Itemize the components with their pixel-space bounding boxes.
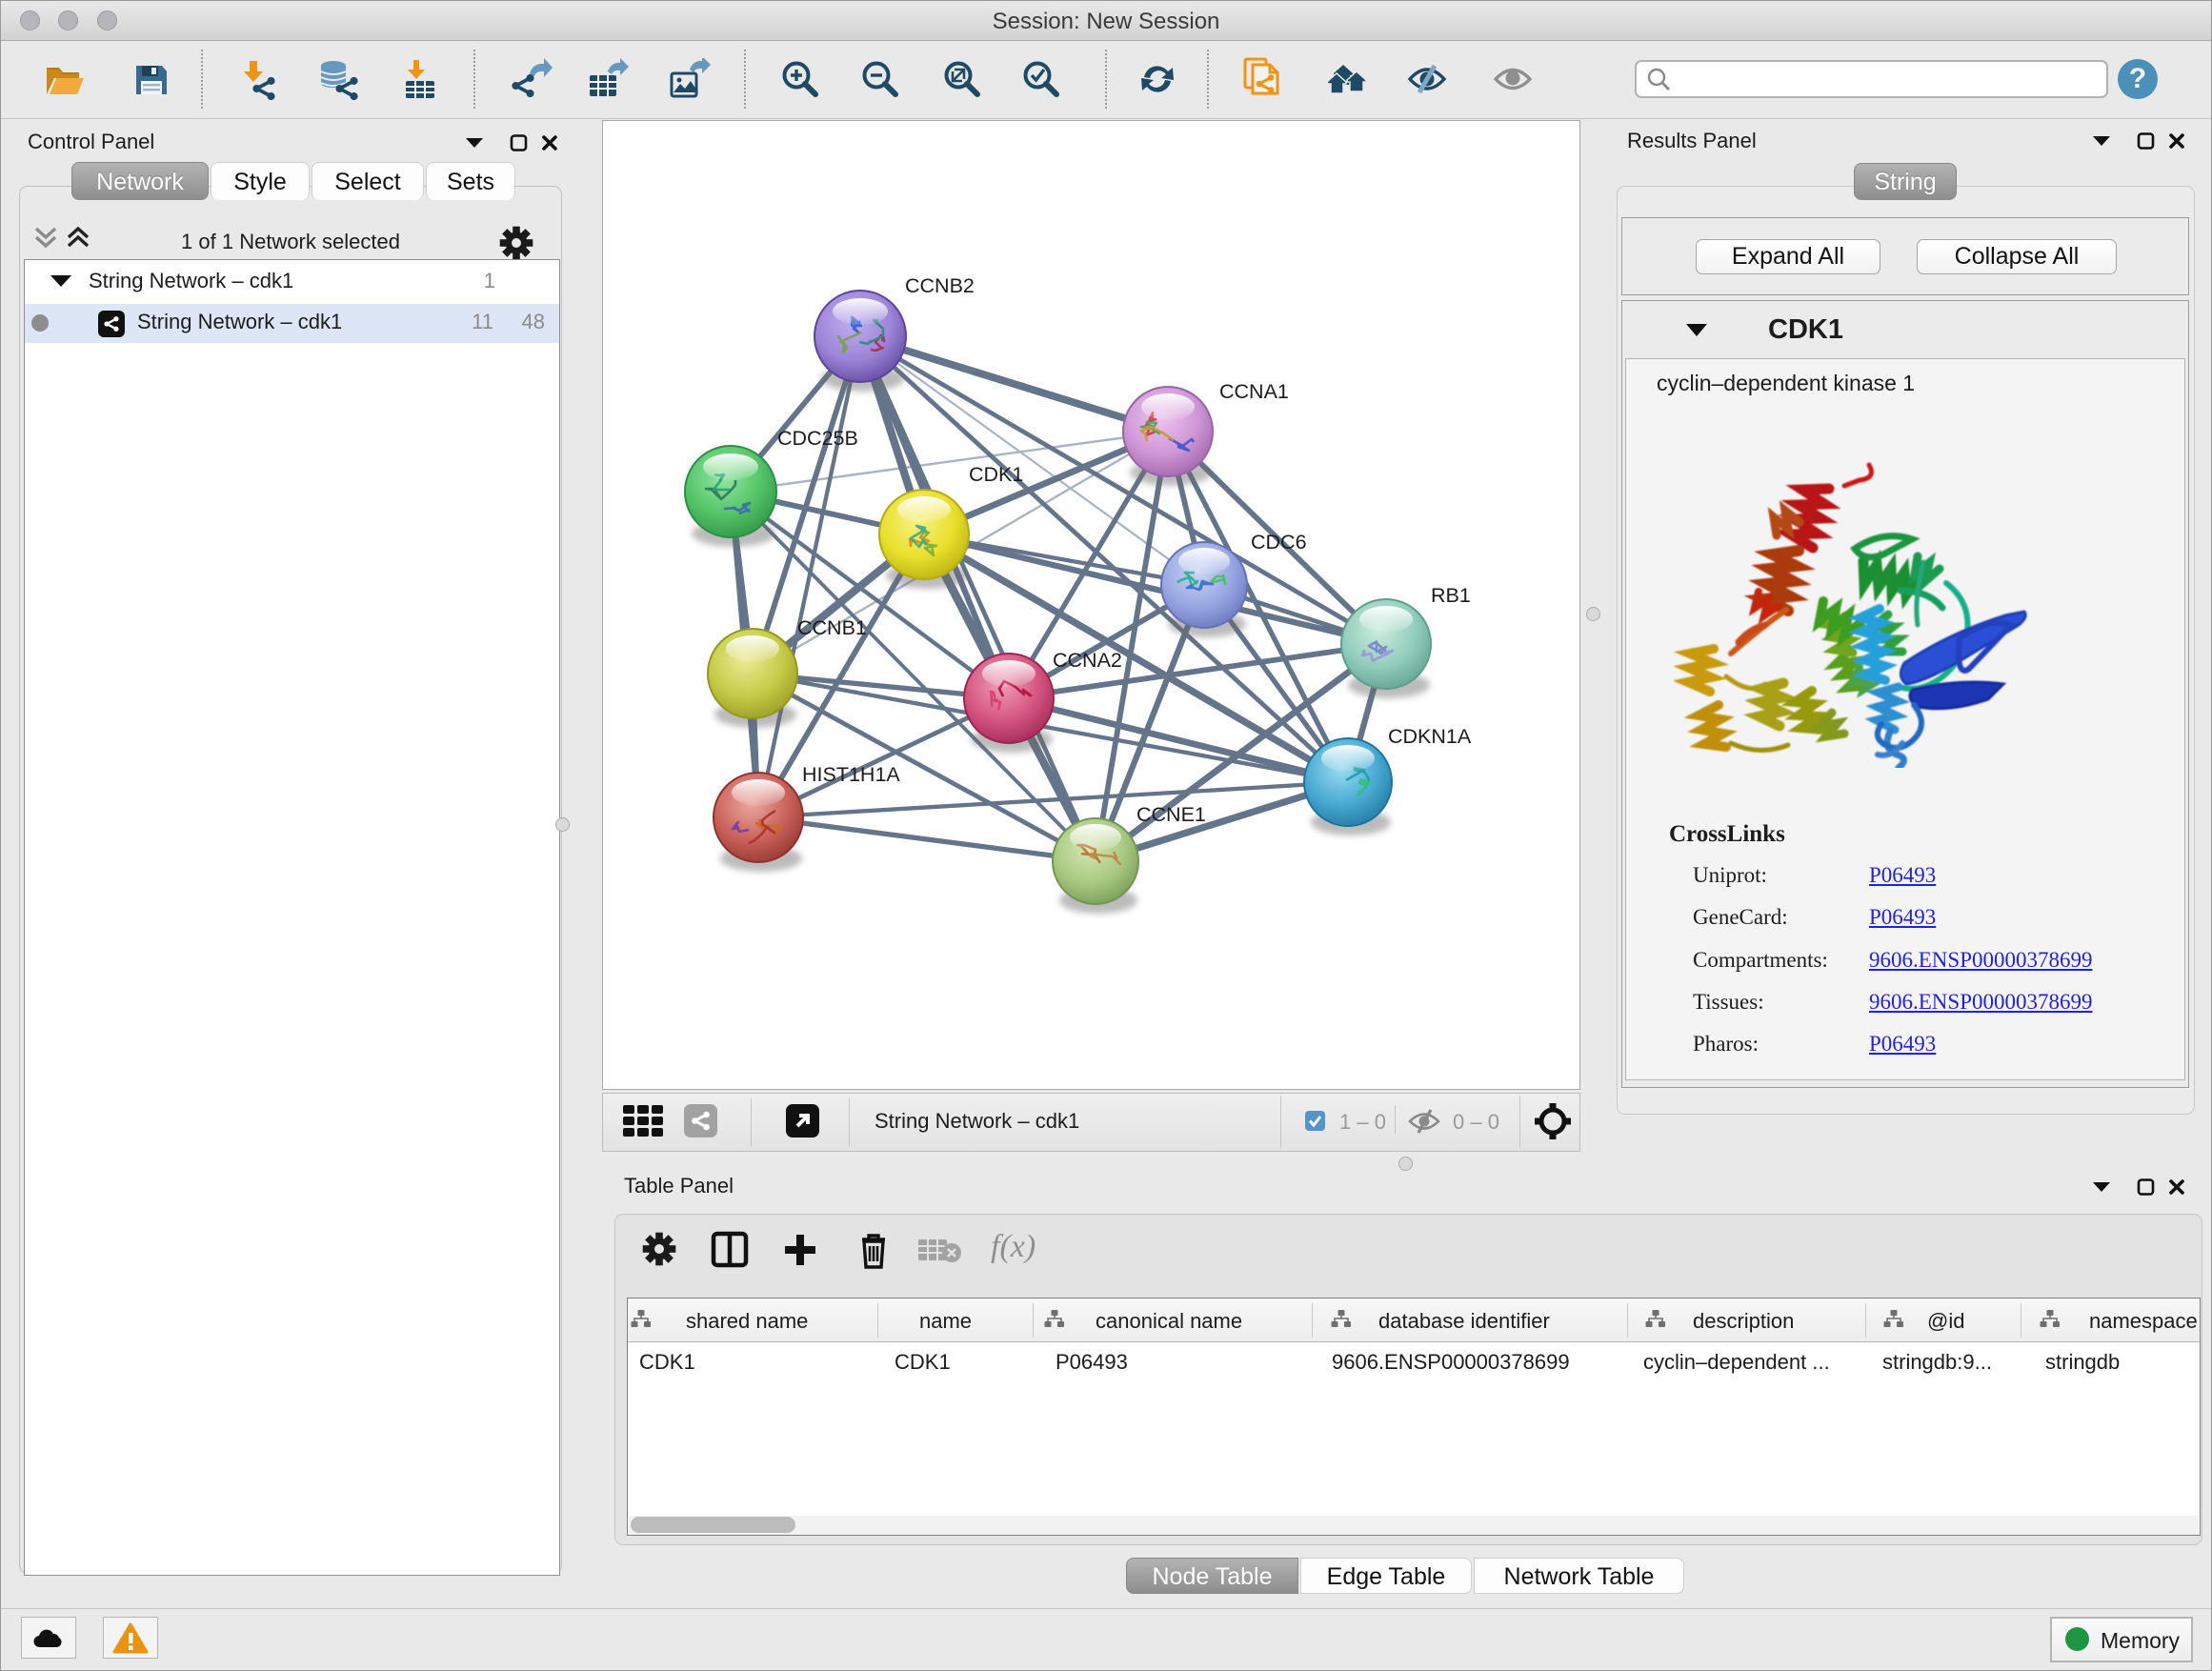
svg-text:CCNA1: CCNA1	[1219, 380, 1289, 403]
svg-text:CDC25B: CDC25B	[777, 427, 858, 450]
svg-text:CDK1: CDK1	[969, 463, 1023, 486]
svg-text:CCNE1: CCNE1	[1136, 803, 1206, 826]
svg-text:CCNA2: CCNA2	[1053, 649, 1122, 672]
svg-text:RB1: RB1	[1431, 584, 1471, 607]
svg-text:HIST1H1A: HIST1H1A	[802, 763, 900, 786]
svg-text:?: ?	[2129, 63, 2146, 94]
svg-text:CCNB1: CCNB1	[797, 616, 867, 639]
svg-text:CCNB2: CCNB2	[905, 274, 975, 297]
svg-text:CDKN1A: CDKN1A	[1388, 725, 1472, 748]
svg-text:CDC6: CDC6	[1251, 531, 1307, 554]
